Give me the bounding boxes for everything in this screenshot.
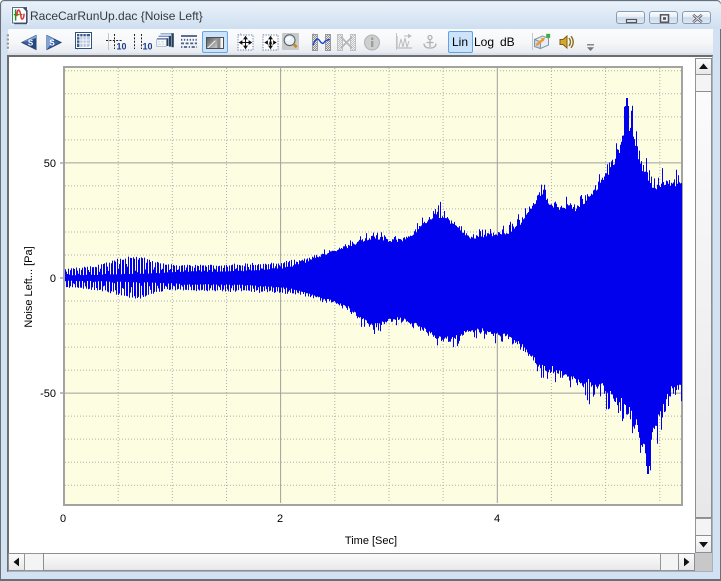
svg-text:A: A: [268, 41, 273, 47]
svg-text:10: 10: [117, 42, 127, 52]
svg-text:S: S: [49, 39, 55, 48]
svg-text:10: 10: [143, 42, 153, 52]
svg-text:S: S: [28, 39, 34, 48]
